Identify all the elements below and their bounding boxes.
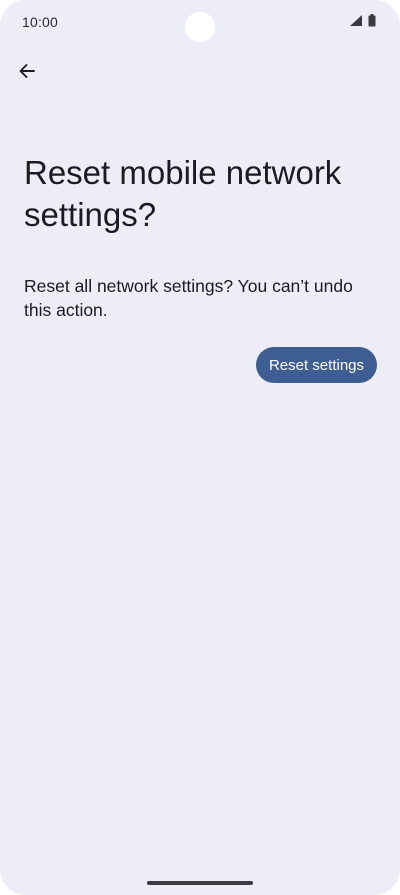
- signal-icon: [350, 15, 362, 26]
- screen: 10:00 Reset mobile network settings? Res…: [0, 0, 400, 895]
- reset-settings-button[interactable]: Reset settings: [255, 347, 377, 383]
- description-text: Reset all network settings? You can’t un…: [24, 276, 353, 320]
- back-button[interactable]: [10, 56, 44, 90]
- battery-icon: [368, 14, 376, 27]
- gesture-navigation-bar[interactable]: [147, 881, 253, 885]
- arrow-left-icon: [18, 62, 36, 85]
- camera-cutout: [185, 12, 215, 42]
- status-time: 10:00: [22, 14, 59, 30]
- status-icons: [350, 14, 376, 27]
- status-bar: 10:00: [0, 0, 400, 44]
- page-title: Reset mobile network settings?: [24, 154, 342, 233]
